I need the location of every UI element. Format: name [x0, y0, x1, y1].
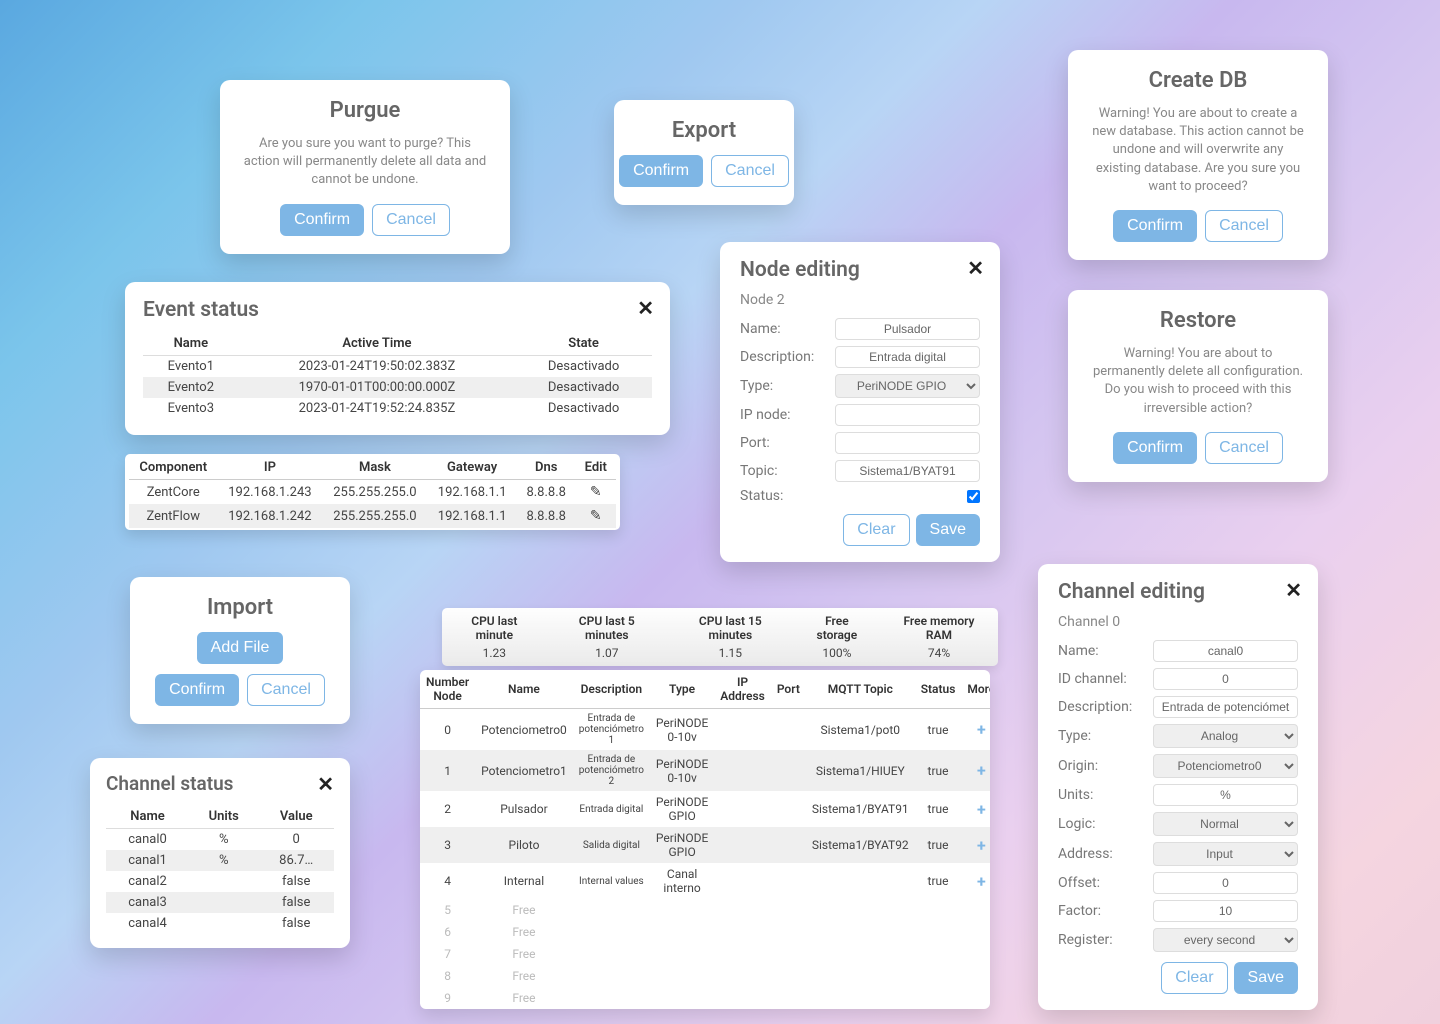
- channeledit-register-select[interactable]: every second: [1153, 928, 1298, 952]
- channeledit-close-icon[interactable]: ✕: [1285, 578, 1302, 602]
- channeledit-offset-field[interactable]: [1153, 872, 1298, 894]
- import-addfile-button[interactable]: Add File: [197, 632, 284, 664]
- purgue-confirm-button[interactable]: Confirm: [280, 204, 364, 236]
- nodeedit-clear-button[interactable]: Clear: [843, 514, 909, 546]
- channeledit-id-field[interactable]: [1153, 668, 1298, 690]
- import-dialog: Import Add File Confirm Cancel: [130, 577, 350, 724]
- nodeedit-topic-field[interactable]: [835, 460, 980, 482]
- export-dialog: Export Confirm Cancel: [614, 100, 794, 205]
- restore-cancel-button[interactable]: Cancel: [1205, 432, 1283, 464]
- table-row: canal3false: [106, 892, 334, 913]
- stats-table: CPU last minute CPU last 5 minutes CPU l…: [442, 612, 998, 662]
- nodeedit-name-field[interactable]: [835, 318, 980, 340]
- channeledit-name-field[interactable]: [1153, 640, 1298, 662]
- table-row: 6Free: [420, 921, 990, 943]
- createdb-dialog: Create DB Warning! You are about to crea…: [1068, 50, 1328, 260]
- restore-title: Restore: [1090, 308, 1306, 333]
- eventstatus-h-active: Active Time: [239, 332, 516, 356]
- export-cancel-button[interactable]: Cancel: [711, 155, 789, 187]
- table-row: ZentCore 192.168.1.243 255.255.255.0 192…: [129, 480, 616, 505]
- channeledit-card: Channel editing ✕ Channel 0 Name: ID cha…: [1038, 564, 1318, 1010]
- import-cancel-button[interactable]: Cancel: [247, 674, 325, 706]
- table-row: Evento32023-01-24T19:52:24.835ZDesactiva…: [143, 398, 652, 419]
- table-row: Evento12023-01-24T19:50:02.383ZDesactiva…: [143, 356, 652, 378]
- channelstatus-title: Channel status: [106, 772, 334, 795]
- eventstatus-title: Event status: [143, 298, 652, 322]
- channeledit-subtitle: Channel 0: [1058, 614, 1298, 630]
- table-row: 8Free: [420, 965, 990, 987]
- plus-icon[interactable]: +: [977, 761, 986, 780]
- channeledit-logic-select[interactable]: Normal: [1153, 812, 1298, 836]
- createdb-text: Warning! You are about to create a new d…: [1090, 105, 1306, 196]
- import-confirm-button[interactable]: Confirm: [155, 674, 239, 706]
- restore-confirm-button[interactable]: Confirm: [1113, 432, 1197, 464]
- nodeedit-type-select[interactable]: PeriNODE GPIO: [835, 374, 980, 398]
- nodeedit-status-checkbox[interactable]: [967, 490, 980, 503]
- plus-icon[interactable]: +: [977, 720, 986, 739]
- purgue-text: Are you sure you want to purge? This act…: [242, 135, 488, 190]
- nodes-table: Number Node Name Description Type IP Add…: [420, 670, 990, 1009]
- nodeedit-close-icon[interactable]: ✕: [967, 256, 984, 280]
- table-row: 9Free: [420, 987, 990, 1009]
- restore-text: Warning! You are about to permanently de…: [1090, 345, 1306, 418]
- channeledit-clear-button[interactable]: Clear: [1161, 962, 1227, 994]
- table-row: ZentFlow 192.168.1.242 255.255.255.0 192…: [129, 504, 616, 528]
- nodes-card: Number Node Name Description Type IP Add…: [420, 670, 990, 1009]
- network-table: Component IP Mask Gateway Dns Edit ZentC…: [129, 456, 616, 528]
- table-row: 5Free: [420, 899, 990, 921]
- channeledit-factor-field[interactable]: [1153, 900, 1298, 922]
- eventstatus-h-name: Name: [143, 332, 239, 356]
- nodeedit-ip-field[interactable]: [835, 404, 980, 426]
- channeledit-units-field[interactable]: [1153, 784, 1298, 806]
- eventstatus-close-icon[interactable]: ✕: [637, 296, 654, 320]
- nodeedit-card: Node editing ✕ Node 2 Name: Description:…: [720, 242, 1000, 562]
- pencil-icon[interactable]: ✎: [590, 484, 602, 500]
- table-row: 1Potenciometro1Entrada de potenciómetro …: [420, 750, 990, 791]
- table-row: 4InternalInternal valuesCanal internotru…: [420, 863, 990, 899]
- table-row: 7Free: [420, 943, 990, 965]
- channeledit-address-select[interactable]: Input: [1153, 842, 1298, 866]
- channelstatus-close-icon[interactable]: ✕: [317, 772, 334, 796]
- table-row: canal4false: [106, 913, 334, 934]
- import-title: Import: [152, 595, 328, 620]
- channelstatus-table: Name Units Value canal0%0 canal1%86.7… c…: [106, 805, 334, 934]
- channeledit-origin-select[interactable]: Potenciometro0: [1153, 754, 1298, 778]
- table-row: 0Potenciometro0Entrada de potenciómetro …: [420, 709, 990, 751]
- table-row: 2PulsadorEntrada digitalPeriNODE GPIOSis…: [420, 791, 990, 827]
- plus-icon[interactable]: +: [977, 836, 986, 855]
- nodeedit-subtitle: Node 2: [740, 292, 980, 308]
- table-row: 3PilotoSalida digitalPeriNODE GPIOSistem…: [420, 827, 990, 863]
- createdb-title: Create DB: [1090, 68, 1306, 93]
- createdb-confirm-button[interactable]: Confirm: [1113, 210, 1197, 242]
- eventstatus-card: Event status ✕ Name Active Time State Ev…: [125, 282, 670, 435]
- stats-card: CPU last minute CPU last 5 minutes CPU l…: [442, 608, 998, 666]
- nodeedit-desc-field[interactable]: [835, 346, 980, 368]
- restore-dialog: Restore Warning! You are about to perman…: [1068, 290, 1328, 482]
- purgue-dialog: Purgue Are you sure you want to purge? T…: [220, 80, 510, 254]
- channeledit-title: Channel editing: [1058, 580, 1298, 604]
- nodeedit-save-button[interactable]: Save: [916, 514, 980, 546]
- table-row: Evento21970-01-01T00:00:00.000ZDesactiva…: [143, 377, 652, 398]
- channeledit-desc-field[interactable]: [1153, 696, 1298, 718]
- plus-icon[interactable]: +: [977, 800, 986, 819]
- eventstatus-table: Name Active Time State Evento12023-01-24…: [143, 332, 652, 419]
- channelstatus-card: Channel status ✕ Name Units Value canal0…: [90, 758, 350, 948]
- createdb-cancel-button[interactable]: Cancel: [1205, 210, 1283, 242]
- export-confirm-button[interactable]: Confirm: [619, 155, 703, 187]
- table-row: canal1%86.7…: [106, 850, 334, 871]
- pencil-icon[interactable]: ✎: [590, 508, 602, 524]
- nodeedit-port-field[interactable]: [835, 432, 980, 454]
- eventstatus-h-state: State: [515, 332, 652, 356]
- purgue-title: Purgue: [242, 98, 488, 123]
- channeledit-type-select[interactable]: Analog: [1153, 724, 1298, 748]
- plus-icon[interactable]: +: [977, 872, 986, 891]
- table-row: canal2false: [106, 871, 334, 892]
- purgue-cancel-button[interactable]: Cancel: [372, 204, 450, 236]
- table-row: canal0%0: [106, 829, 334, 851]
- export-title: Export: [636, 118, 772, 143]
- channeledit-save-button[interactable]: Save: [1234, 962, 1298, 994]
- nodeedit-title: Node editing: [740, 258, 980, 282]
- network-card: Component IP Mask Gateway Dns Edit ZentC…: [125, 454, 620, 530]
